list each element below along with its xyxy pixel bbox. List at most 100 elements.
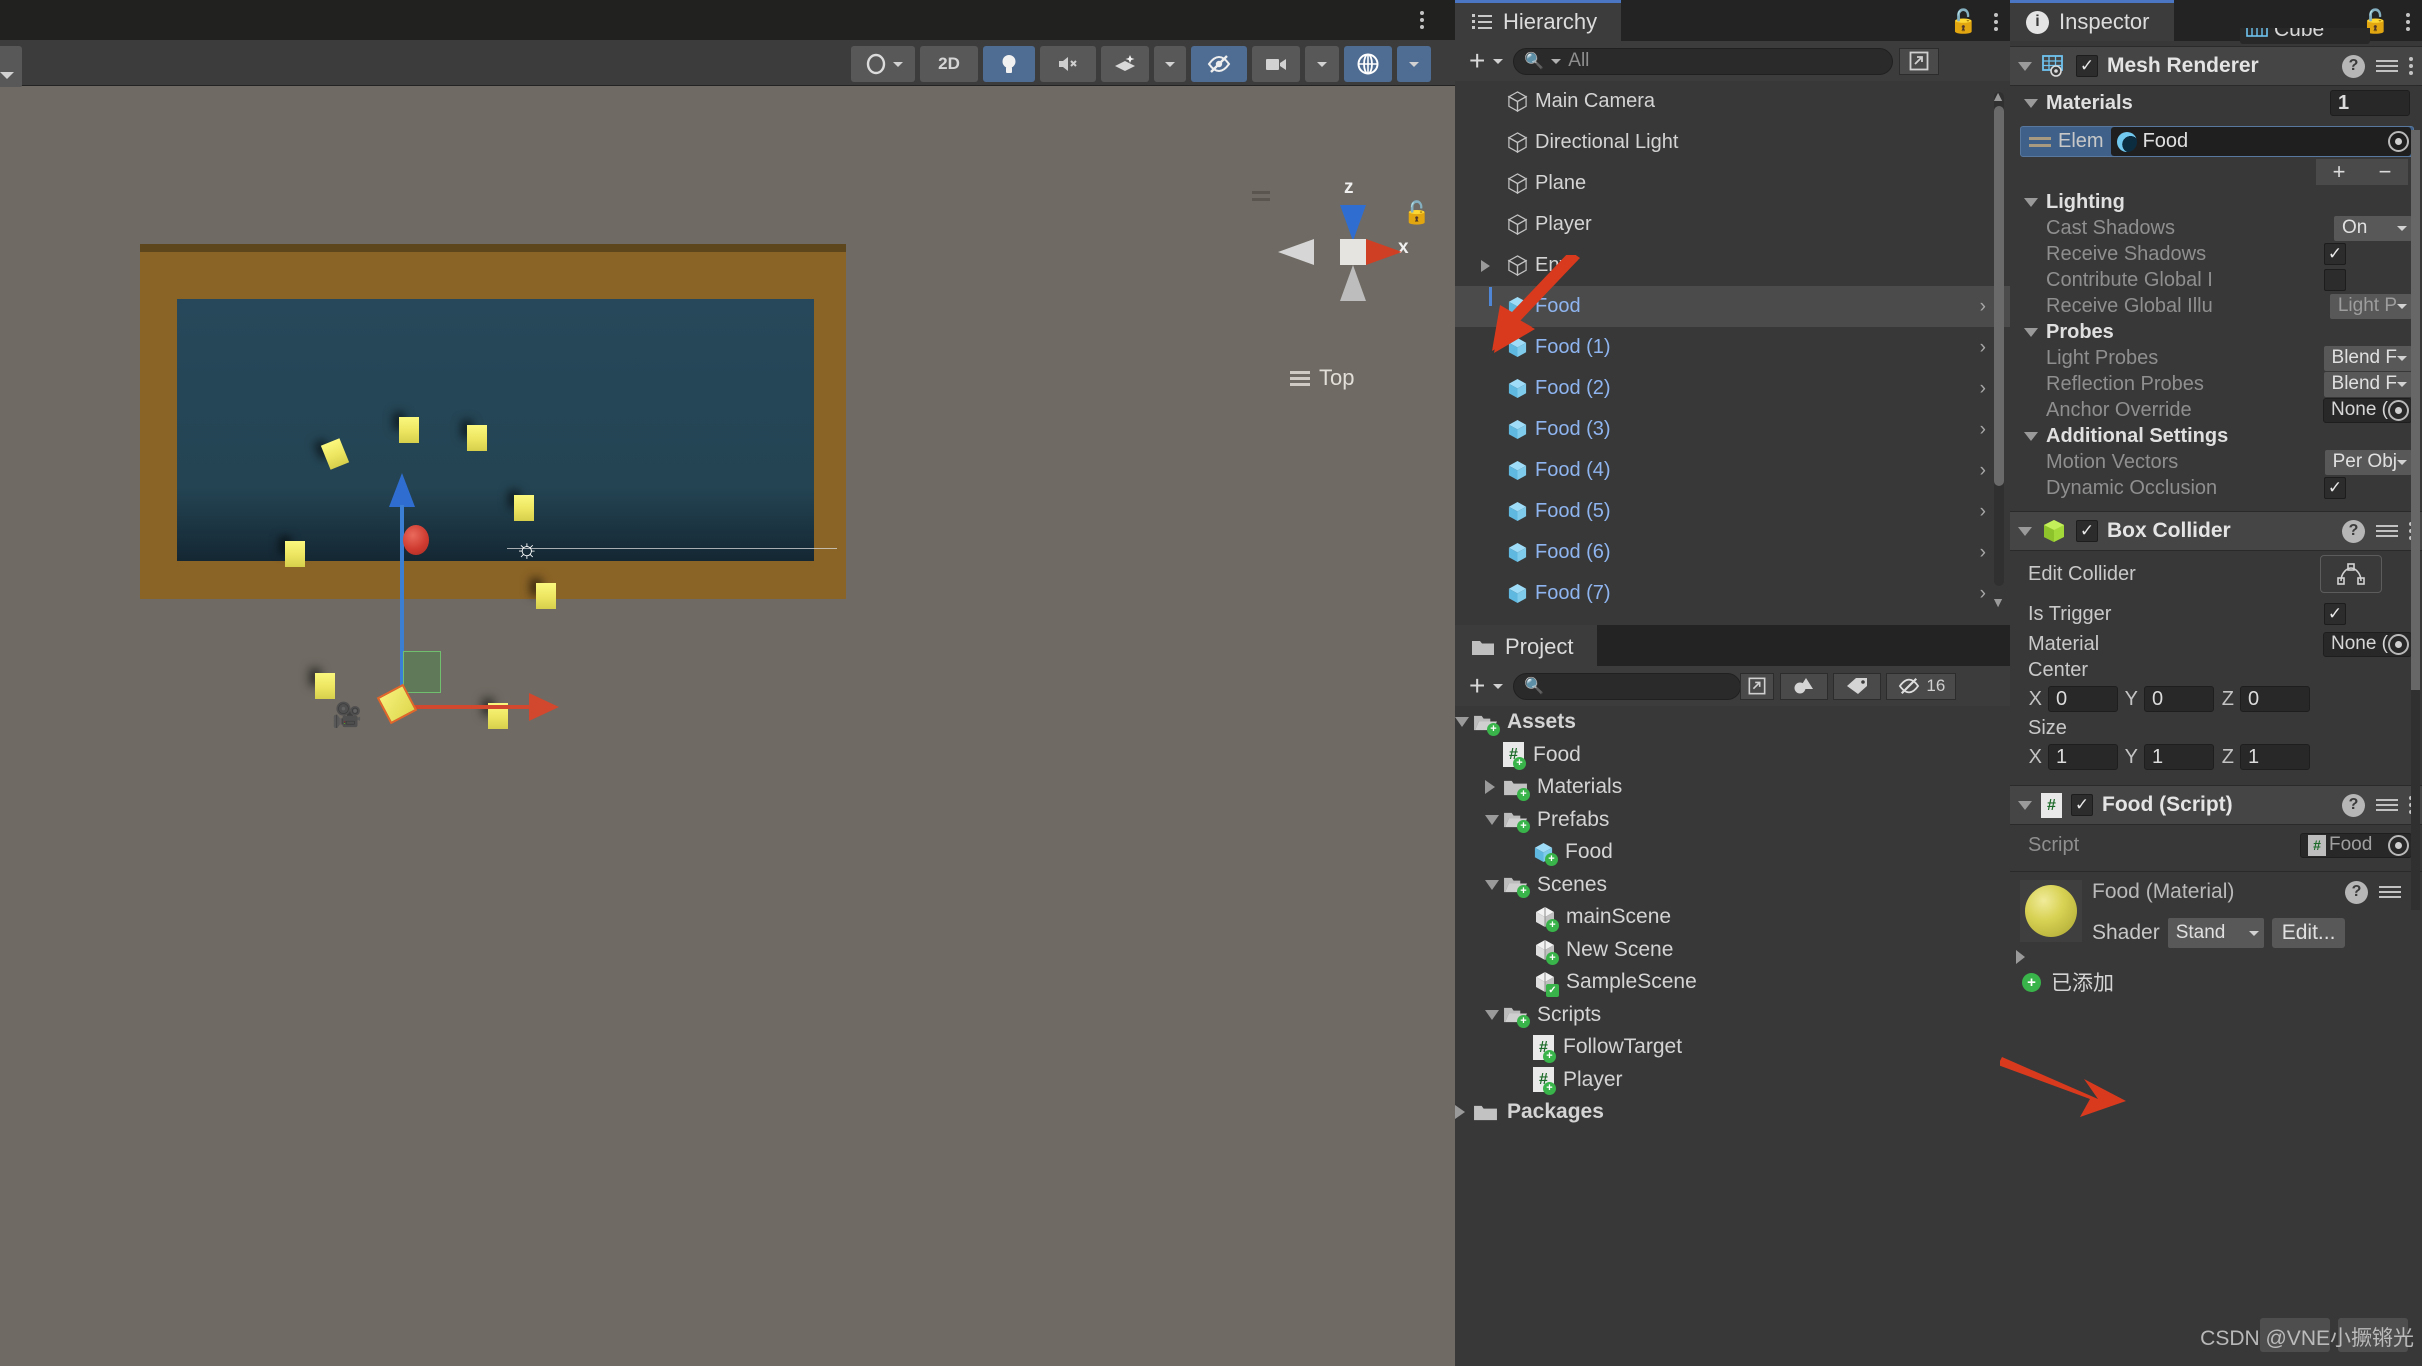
- edit-collider-button[interactable]: [2320, 555, 2382, 593]
- hidden-objects-toggle-button[interactable]: [1191, 46, 1247, 82]
- field-contribute-gi[interactable]: Contribute Global I: [2010, 267, 2422, 293]
- foldout-triangle-icon[interactable]: [1455, 717, 1469, 727]
- foldout-triangle-icon[interactable]: [2018, 62, 2032, 71]
- scene-camera-dropdown-button[interactable]: [1305, 46, 1339, 82]
- center-x-field[interactable]: 0: [2048, 686, 2118, 712]
- movie-camera-icon[interactable]: 🎥: [332, 704, 362, 728]
- tool-handle-dropdown-button[interactable]: [0, 46, 22, 88]
- axis-center-cube[interactable]: [1340, 239, 1366, 265]
- hierarchy-item-food-6[interactable]: Food (6)›: [1455, 532, 2010, 573]
- axis-cone-negz[interactable]: [1340, 265, 1366, 301]
- project-hidden-count-button[interactable]: 16: [1886, 673, 1956, 700]
- field-collider-material[interactable]: Material None (: [2010, 631, 2422, 657]
- dynamic-occlusion-checkbox[interactable]: ✓: [2324, 477, 2346, 499]
- field-size-values[interactable]: X 1 Y 1 Z 1: [2010, 741, 2422, 773]
- foldout-triangle-icon[interactable]: [2024, 198, 2038, 207]
- foldout-triangle-icon[interactable]: [2018, 801, 2032, 810]
- component-header-box-collider[interactable]: ✓ Box Collider ?: [2010, 511, 2422, 551]
- food-cube[interactable]: [467, 425, 487, 451]
- view-mode-selector[interactable]: Top: [1290, 365, 1354, 391]
- hierarchy-item-food-3[interactable]: Food (3)›: [1455, 409, 2010, 450]
- project-item-scenes[interactable]: +Scenes: [1455, 869, 2010, 902]
- hierarchy-item-env[interactable]: Env: [1455, 245, 2010, 286]
- shader-dropdown[interactable]: Stand: [2168, 918, 2264, 948]
- object-picker-icon[interactable]: [2388, 835, 2409, 856]
- field-anchor-override[interactable]: Anchor Override None (: [2010, 397, 2422, 423]
- player-object[interactable]: [403, 525, 429, 555]
- field-cast-shadows[interactable]: Cast Shadows On: [2010, 215, 2422, 241]
- axis-cone-x[interactable]: [1366, 239, 1402, 265]
- foldout-triangle-icon[interactable]: [1485, 815, 1499, 825]
- unlocked-padlock-icon[interactable]: 🔓: [1949, 8, 1978, 35]
- reflection-probes-dropdown[interactable]: Blend F: [2324, 372, 2412, 397]
- project-item-player[interactable]: #+Player: [1455, 1064, 2010, 1097]
- material-foldout-row[interactable]: [2010, 950, 2422, 964]
- materials-section-header[interactable]: Materials 1: [2010, 86, 2422, 120]
- preset-icon[interactable]: [2376, 799, 2398, 811]
- inspector-scrollbar[interactable]: [2411, 130, 2420, 910]
- project-item-followtarget[interactable]: #+FollowTarget: [1455, 1031, 2010, 1064]
- material-add-button[interactable]: +: [2316, 159, 2362, 185]
- tab-project[interactable]: Project: [1455, 625, 1597, 666]
- object-picker-icon[interactable]: [2388, 131, 2409, 152]
- gizmos-toggle-button[interactable]: [1344, 46, 1392, 82]
- project-item-prefabs[interactable]: +Prefabs: [1455, 804, 2010, 837]
- prefab-open-chevron-icon[interactable]: ›: [1980, 542, 1986, 564]
- object-picker-icon[interactable]: [2388, 634, 2409, 655]
- material-object-field[interactable]: Food: [2111, 127, 2411, 156]
- scene-viewport[interactable]: ☼ 🎥 z x: [0, 87, 1455, 1366]
- gizmo-z-plane[interactable]: [403, 651, 441, 693]
- field-reflection-probes[interactable]: Reflection Probes Blend F: [2010, 371, 2422, 397]
- collider-material-object-field[interactable]: None (: [2323, 632, 2412, 657]
- edit-shader-button[interactable]: Edit...: [2272, 918, 2346, 948]
- center-z-field[interactable]: 0: [2240, 686, 2310, 712]
- help-icon[interactable]: ?: [2342, 794, 2365, 817]
- preset-icon[interactable]: [2379, 886, 2401, 898]
- project-search-input[interactable]: 🔍: [1513, 673, 1741, 700]
- hierarchy-add-button[interactable]: +: [1455, 47, 1513, 75]
- food-script-enabled-checkbox[interactable]: ✓: [2071, 794, 2093, 816]
- additional-settings-section-header[interactable]: Additional Settings: [2010, 423, 2422, 449]
- 2d-toggle-button[interactable]: 2D: [920, 46, 978, 82]
- project-item-mainscene[interactable]: +mainScene: [1455, 901, 2010, 934]
- lighting-toggle-button[interactable]: [983, 46, 1035, 82]
- field-motion-vectors[interactable]: Motion Vectors Per Obj: [2010, 449, 2422, 475]
- anchor-override-object-field[interactable]: None (: [2323, 398, 2412, 423]
- hierarchy-item-food[interactable]: Food›: [1455, 286, 2010, 327]
- project-item-packages[interactable]: Packages: [1455, 1096, 2010, 1129]
- hierarchy-tree[interactable]: Main CameraDirectional LightPlanePlayerE…: [1455, 81, 2010, 625]
- foldout-triangle-icon[interactable]: [1455, 1105, 1465, 1119]
- motion-vectors-dropdown[interactable]: Per Obj: [2325, 450, 2412, 475]
- hierarchy-search-input[interactable]: 🔍 All: [1513, 48, 1893, 75]
- padlock-icon[interactable]: 🔓: [1403, 200, 1430, 226]
- axis-cone-z[interactable]: [1340, 205, 1366, 241]
- size-z-field[interactable]: 1: [2240, 744, 2310, 770]
- project-item-scripts[interactable]: +Scripts: [1455, 999, 2010, 1032]
- foldout-triangle-icon[interactable]: [2024, 99, 2038, 108]
- drag-handle-icon[interactable]: [2029, 137, 2051, 147]
- food-cube[interactable]: [514, 495, 534, 521]
- prefab-open-chevron-icon[interactable]: ›: [1980, 378, 1986, 400]
- prefab-open-chevron-icon[interactable]: ›: [1980, 501, 1986, 523]
- help-icon[interactable]: ?: [2345, 881, 2368, 904]
- field-dynamic-occlusion[interactable]: Dynamic Occlusion ✓: [2010, 475, 2422, 501]
- hierarchy-item-player[interactable]: Player: [1455, 204, 2010, 245]
- axis-cone-negx[interactable]: [1278, 239, 1314, 265]
- help-icon[interactable]: ?: [2342, 55, 2365, 78]
- help-icon[interactable]: ?: [2342, 520, 2365, 543]
- project-type-filter-button[interactable]: [1780, 673, 1828, 700]
- component-header-food-script[interactable]: # ✓ Food (Script) ?: [2010, 785, 2422, 825]
- materials-count-field[interactable]: 1: [2330, 90, 2410, 116]
- contribute-gi-checkbox[interactable]: [2324, 269, 2346, 291]
- hierarchy-item-food-4[interactable]: Food (4)›: [1455, 450, 2010, 491]
- scroll-down-arrow-icon[interactable]: ▼: [1991, 594, 2005, 610]
- foldout-triangle-icon[interactable]: [2024, 432, 2038, 441]
- food-cube[interactable]: [285, 541, 305, 567]
- component-header-mesh-renderer[interactable]: ✓ Mesh Renderer ?: [2010, 46, 2422, 86]
- gizmo-y-arrow-head[interactable]: [389, 473, 415, 507]
- foldout-triangle-icon[interactable]: [1485, 880, 1499, 890]
- box-collider-enabled-checkbox[interactable]: ✓: [2076, 520, 2098, 542]
- object-picker-icon[interactable]: [2388, 400, 2409, 421]
- prefab-open-chevron-icon[interactable]: ›: [1980, 296, 1986, 318]
- hierarchy-item-plane[interactable]: Plane: [1455, 163, 2010, 204]
